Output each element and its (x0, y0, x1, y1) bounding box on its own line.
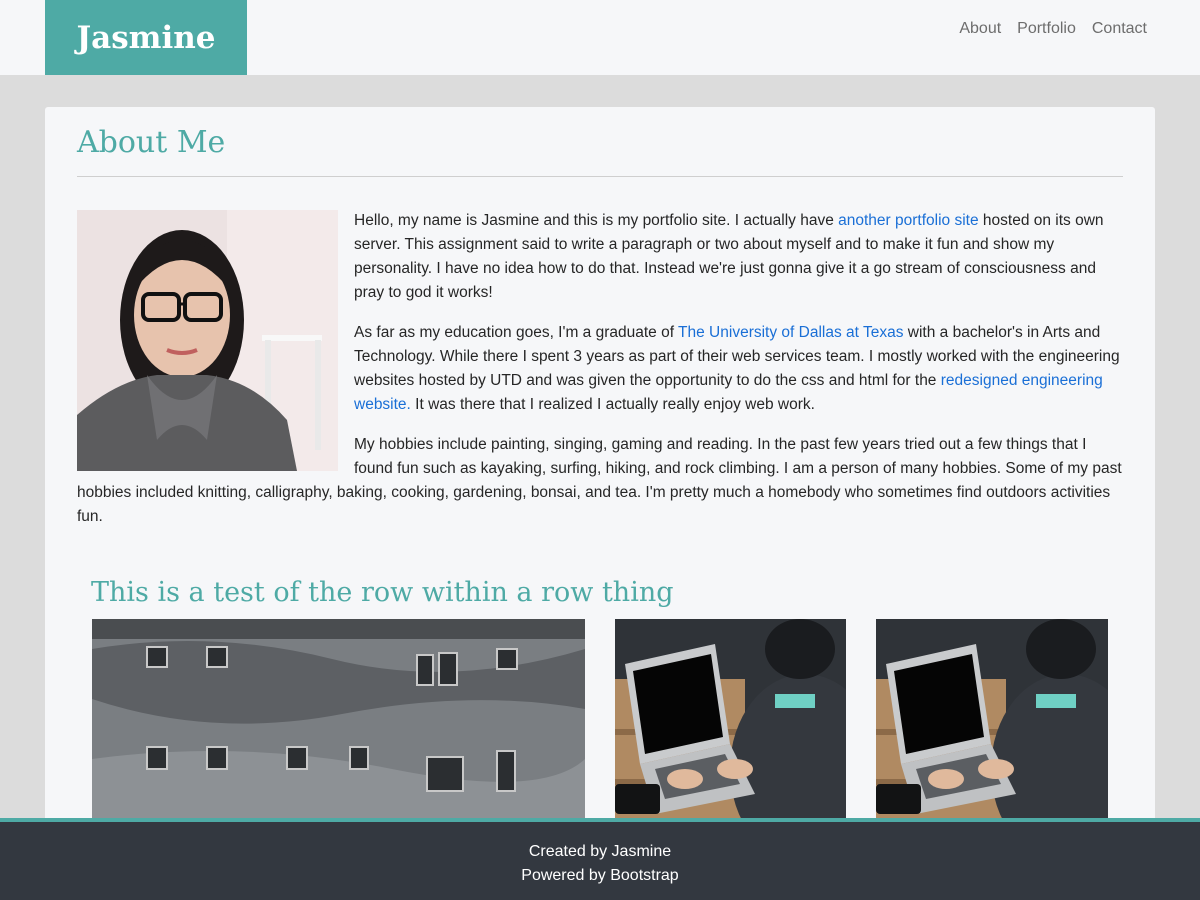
heading-divider (77, 176, 1123, 177)
main-nav: About Portfolio Contact (959, 20, 1147, 38)
paragraph-text: It was there that I realized I actually … (410, 396, 815, 413)
top-navbar: Jasmine About Portfolio Contact (0, 0, 1200, 75)
profile-photo (77, 210, 338, 471)
link-university[interactable]: The University of Dallas at Texas (678, 324, 903, 341)
nav-link-portfolio[interactable]: Portfolio (1017, 20, 1076, 38)
about-content: Hello, my name is Jasmine and this is my… (77, 209, 1125, 545)
brand-logo[interactable]: Jasmine (45, 0, 247, 75)
nav-link-about[interactable]: About (959, 20, 1001, 38)
laptop-photo-2 (876, 619, 1108, 827)
site-footer: Created by Jasmine Powered by Bootstrap (0, 818, 1200, 900)
paragraph-text: As far as my education goes, I'm a gradu… (354, 324, 679, 341)
link-another-portfolio[interactable]: another portfolio site (838, 212, 978, 229)
building-wall-photo (92, 619, 585, 827)
footer-powered-by: Powered by Bootstrap (521, 867, 679, 884)
row-section-heading: This is a test of the row within a row t… (91, 577, 674, 608)
about-heading: About Me (77, 125, 226, 160)
laptop-photo-1 (615, 619, 846, 827)
footer-credit: Created by Jasmine (528, 843, 672, 860)
about-card: About Me Hello, my name is Jasmine and t… (45, 107, 1155, 827)
nav-link-contact[interactable]: Contact (1092, 20, 1147, 38)
paragraph-text: Hello, my name is Jasmine and this is my… (354, 212, 839, 229)
